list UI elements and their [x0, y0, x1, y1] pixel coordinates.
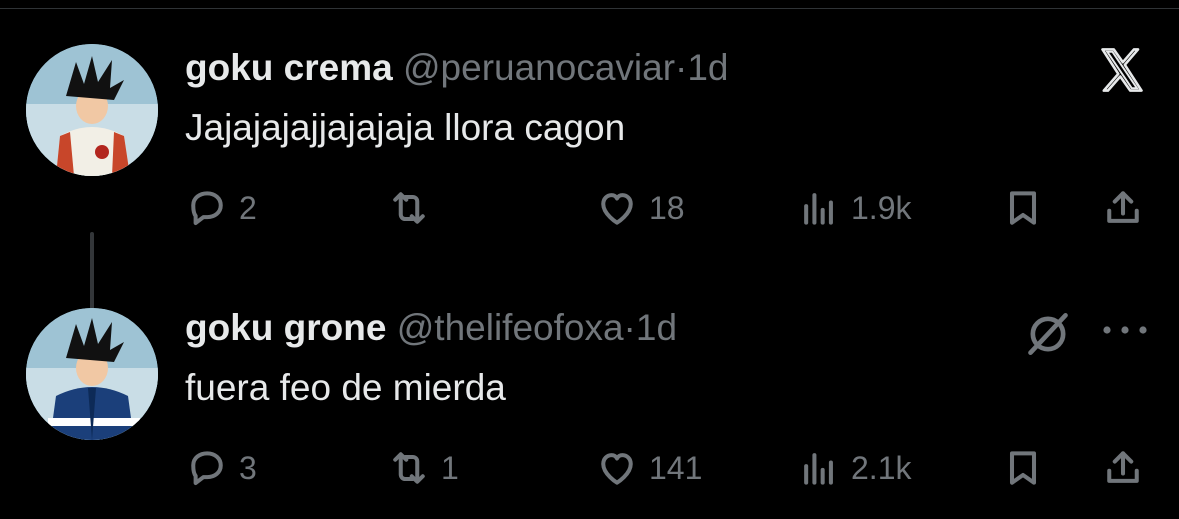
- bookmark-icon: [1009, 191, 1037, 225]
- heart-icon: [601, 453, 633, 485]
- username[interactable]: @peruanocaviar: [403, 47, 675, 88]
- avatar[interactable]: [26, 308, 158, 440]
- views-button[interactable]: 1.9k: [797, 184, 911, 232]
- username[interactable]: @thelifeofoxa: [397, 307, 624, 348]
- retweet-count: 1: [441, 449, 459, 486]
- action-bar: 3 1 141 2.1k: [185, 444, 1165, 492]
- share-button[interactable]: [1101, 184, 1145, 232]
- separator-dot: ·: [675, 47, 688, 88]
- reply-count: 3: [239, 449, 257, 486]
- views-icon: [804, 453, 833, 485]
- reply-count: 2: [239, 189, 257, 226]
- view-count: 2.1k: [851, 449, 912, 486]
- like-button[interactable]: 141: [595, 444, 702, 492]
- views-icon: [804, 193, 833, 225]
- reply-button[interactable]: 2: [185, 184, 257, 232]
- more-icon[interactable]: [1098, 322, 1152, 338]
- timestamp[interactable]: 1d: [687, 47, 728, 88]
- bookmark-icon: [1009, 451, 1037, 485]
- like-count: 18: [649, 189, 685, 226]
- display-name[interactable]: goku crema: [185, 47, 393, 88]
- display-name[interactable]: goku grone: [185, 307, 386, 348]
- mute-icon[interactable]: [1020, 306, 1076, 362]
- tweet-text: fuera feo de mierda: [185, 367, 506, 408]
- reply-icon: [191, 191, 223, 226]
- retweet-icon: [393, 452, 425, 484]
- share-button[interactable]: [1101, 444, 1145, 492]
- action-bar: 2 18 1.9k: [185, 184, 1165, 232]
- top-divider: [0, 8, 1179, 9]
- reply-button[interactable]: 3: [185, 444, 257, 492]
- x-logo-icon[interactable]: [1096, 44, 1148, 96]
- retweet-button[interactable]: [387, 184, 441, 232]
- tweet-header: goku grone @thelifeofoxa·1d: [185, 306, 677, 350]
- like-count: 141: [649, 449, 703, 486]
- avatar-image: [26, 44, 158, 176]
- separator-dot: ·: [623, 307, 636, 348]
- view-count: 1.9k: [851, 189, 912, 226]
- avatar-image: [26, 308, 158, 440]
- retweet-icon: [393, 192, 425, 224]
- reply-icon: [191, 451, 223, 486]
- retweet-button[interactable]: 1: [387, 444, 459, 492]
- timestamp[interactable]: 1d: [636, 307, 677, 348]
- heart-icon: [601, 193, 633, 225]
- avatar[interactable]: [26, 44, 158, 176]
- bookmark-button[interactable]: [1001, 184, 1045, 232]
- like-button[interactable]: 18: [595, 184, 685, 232]
- bookmark-button[interactable]: [1001, 444, 1045, 492]
- tweet-header: goku crema @peruanocaviar·1d: [185, 46, 729, 90]
- share-icon: [1107, 451, 1139, 483]
- share-icon: [1107, 191, 1139, 223]
- tweet-text: Jajajajajjajajaja llora cagon: [185, 107, 626, 148]
- views-button[interactable]: 2.1k: [797, 444, 911, 492]
